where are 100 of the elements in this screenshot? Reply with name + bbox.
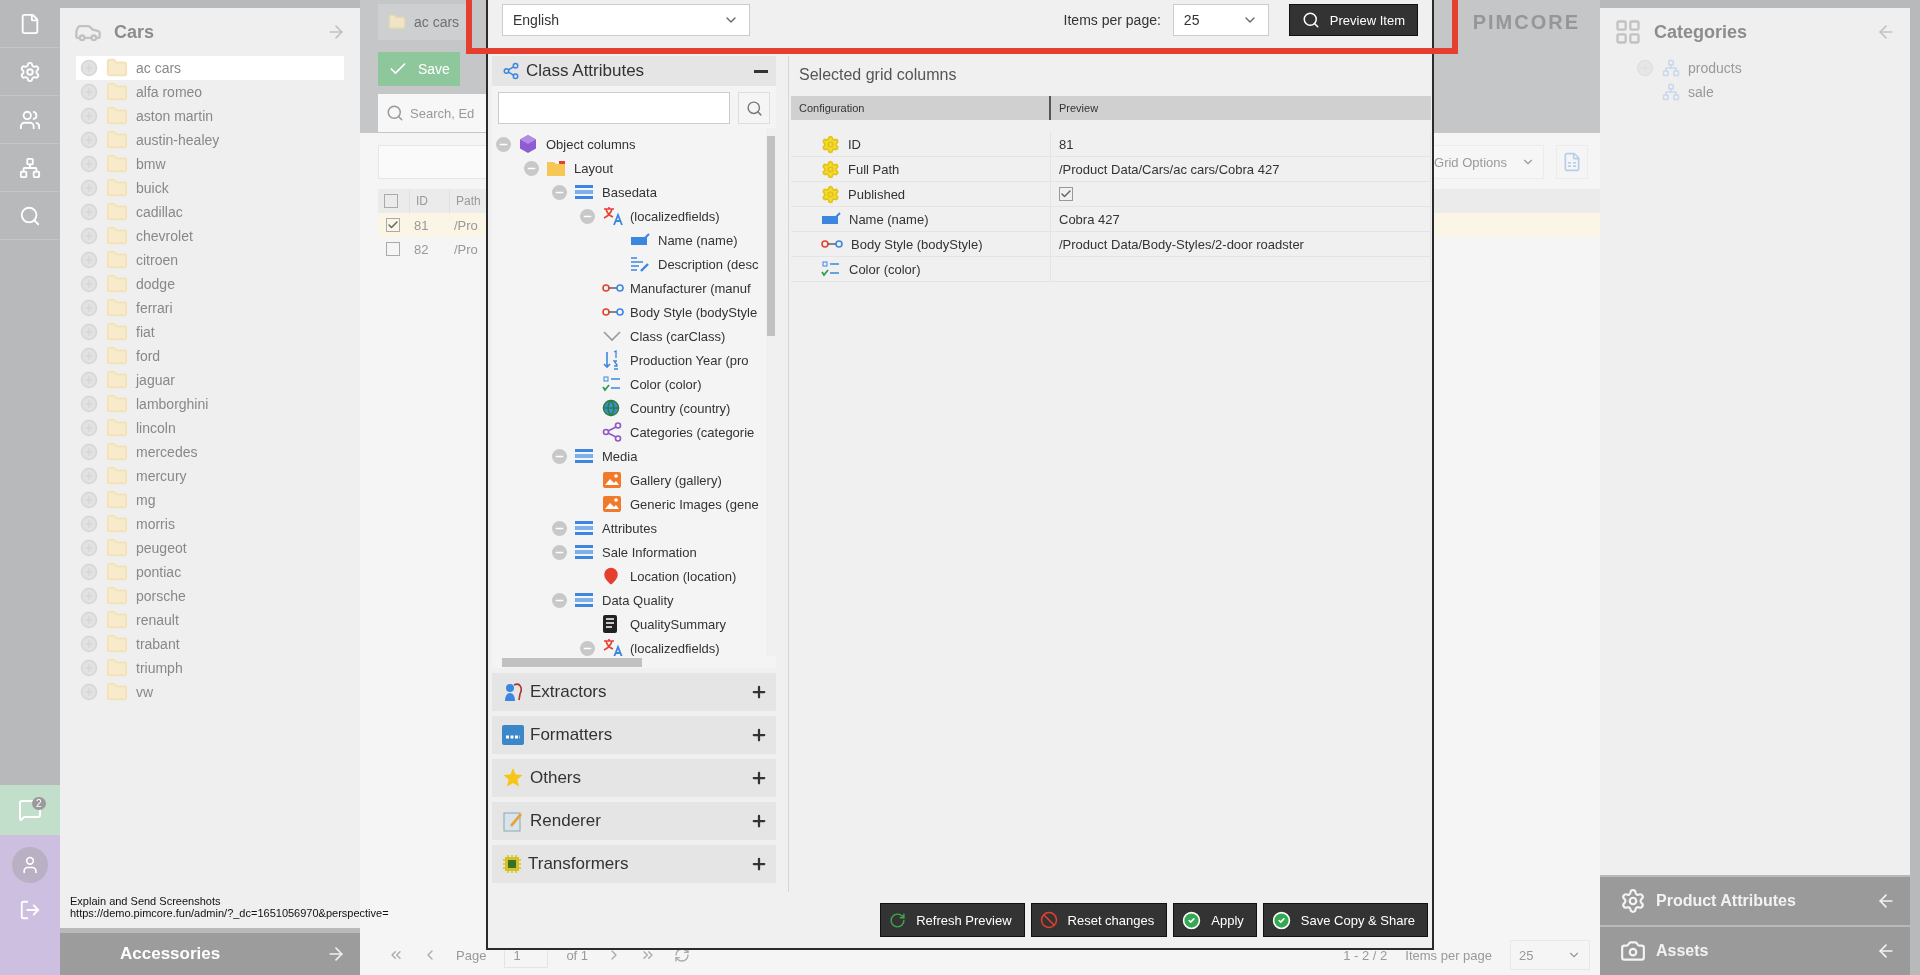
tree-item[interactable]: ac cars xyxy=(76,56,344,80)
expand-icon[interactable] xyxy=(80,611,98,629)
expand-icon[interactable] xyxy=(80,419,98,437)
expand-icon[interactable] xyxy=(80,587,98,605)
expand-icon[interactable] xyxy=(80,251,98,269)
tree-item-label[interactable]: Color (color) xyxy=(630,376,702,392)
tree-item[interactable]: products xyxy=(1600,56,1910,80)
tree-item[interactable]: sale xyxy=(1600,80,1910,104)
tree-item-label[interactable]: Description (desc xyxy=(658,256,759,272)
dialog-button[interactable]: Save Copy & Share xyxy=(1262,903,1428,937)
expand-icon[interactable] xyxy=(80,347,98,365)
tree-item[interactable]: dodge xyxy=(76,272,344,296)
avatar[interactable] xyxy=(12,847,48,883)
tree-item[interactable]: citroen xyxy=(76,248,344,272)
tree-item[interactable]: jaguar xyxy=(76,368,344,392)
tree-item-label[interactable]: Country (country) xyxy=(630,400,731,416)
expand-icon[interactable] xyxy=(80,179,98,197)
expand-icon[interactable] xyxy=(80,467,98,485)
accessories-bar[interactable]: Accessories xyxy=(60,933,360,975)
tree-item[interactable]: peugeot xyxy=(76,536,344,560)
users-icon[interactable] xyxy=(19,108,41,131)
checkbox[interactable] xyxy=(384,194,398,208)
section-header[interactable]: Renderer xyxy=(492,802,776,840)
expand-icon[interactable] xyxy=(80,395,98,413)
section-header[interactable]: Others xyxy=(492,759,776,797)
tree-item[interactable]: lincoln xyxy=(76,416,344,440)
tree-item[interactable]: renault xyxy=(76,608,344,632)
expand-icon[interactable] xyxy=(80,83,98,101)
expand-icon[interactable] xyxy=(80,155,98,173)
checkbox[interactable] xyxy=(386,218,400,232)
panel-bar[interactable]: Product Attributes xyxy=(1600,877,1910,925)
dialog-button[interactable]: Apply xyxy=(1173,903,1257,937)
expand-icon[interactable] xyxy=(80,107,98,125)
expand-icon[interactable] xyxy=(80,299,98,317)
tree-item-label[interactable]: Class (carClass) xyxy=(630,328,726,344)
network-icon[interactable] xyxy=(19,156,41,179)
tree-item-label[interactable]: Name (name) xyxy=(658,232,738,248)
tree-item[interactable]: bmw xyxy=(76,152,344,176)
items-per-page-select[interactable]: 25 xyxy=(1510,940,1590,970)
search-button[interactable] xyxy=(738,92,770,124)
collapse-icon[interactable] xyxy=(524,160,539,176)
settings-icon[interactable] xyxy=(19,60,41,83)
expand-icon[interactable] xyxy=(80,515,98,533)
tree-item-label[interactable]: Media xyxy=(602,448,638,464)
section-header[interactable]: Transformers xyxy=(492,845,776,883)
dialog-button[interactable]: Refresh Preview xyxy=(880,903,1025,937)
file-icon[interactable] xyxy=(19,12,41,35)
tree-item[interactable]: austin-healey xyxy=(76,128,344,152)
logout-icon[interactable] xyxy=(19,899,41,921)
tree-item-label[interactable]: Location (location) xyxy=(630,568,737,584)
tree-item[interactable]: vw xyxy=(76,680,344,704)
tree-item-label[interactable]: Manufacturer (manuf xyxy=(630,280,751,296)
expand-icon[interactable] xyxy=(80,203,98,221)
export-button[interactable] xyxy=(1556,145,1588,179)
tree-item[interactable]: lamborghini xyxy=(76,392,344,416)
tree-item-label[interactable]: Data Quality xyxy=(602,592,674,608)
expand-icon[interactable] xyxy=(80,491,98,509)
tree-item[interactable]: chevrolet xyxy=(76,224,344,248)
checkbox[interactable] xyxy=(386,242,400,256)
scrollbar[interactable] xyxy=(766,128,776,656)
collapse-icon[interactable] xyxy=(552,520,567,536)
tree-item[interactable]: alfa romeo xyxy=(76,80,344,104)
collapse-icon[interactable] xyxy=(496,136,511,152)
tree-item-label[interactable]: (localizedfields) xyxy=(630,640,720,656)
collapse-icon[interactable] xyxy=(552,544,567,560)
expand-icon[interactable] xyxy=(80,275,98,293)
tree-item-label[interactable]: Attributes xyxy=(602,520,657,536)
tree-item[interactable]: fiat xyxy=(76,320,344,344)
collapse-icon[interactable] xyxy=(580,208,595,224)
tree-item[interactable]: trabant xyxy=(76,632,344,656)
panel-bar[interactable]: Assets xyxy=(1600,927,1910,975)
expand-icon[interactable] xyxy=(80,443,98,461)
tree-item-label[interactable]: Basedata xyxy=(602,184,657,200)
tree-item-label[interactable]: Gallery (gallery) xyxy=(630,472,722,488)
tree-item-label[interactable]: Layout xyxy=(574,160,614,176)
tree-item-label[interactable]: Categories (categorie xyxy=(630,424,755,440)
collapse-icon[interactable] xyxy=(552,448,567,464)
search-icon[interactable] xyxy=(19,204,41,227)
section-header[interactable]: Formatters xyxy=(492,716,776,754)
tree-item[interactable]: ford xyxy=(76,344,344,368)
language-select[interactable]: English xyxy=(502,4,750,36)
tree-item[interactable]: triumph xyxy=(76,656,344,680)
section-header[interactable]: Extractors xyxy=(492,673,776,711)
chat-icon[interactable] xyxy=(18,798,42,822)
items-per-page-select[interactable]: 25 xyxy=(1172,4,1269,36)
expand-icon[interactable] xyxy=(80,563,98,581)
expand-icon[interactable] xyxy=(80,635,98,653)
tree-item[interactable]: mercedes xyxy=(76,440,344,464)
expand-icon[interactable] xyxy=(80,683,98,701)
collapse-icon[interactable] xyxy=(580,640,595,656)
tree-item[interactable]: pontiac xyxy=(76,560,344,584)
preview-item-button[interactable]: Preview Item xyxy=(1288,4,1418,36)
tree-item-label[interactable]: (localizedfields) xyxy=(630,208,720,224)
collapse-icon[interactable] xyxy=(552,592,567,608)
expand-icon[interactable] xyxy=(80,539,98,557)
expand-icon[interactable] xyxy=(80,659,98,677)
expand-icon[interactable] xyxy=(80,131,98,149)
collapse-icon[interactable] xyxy=(552,184,567,200)
expand-icon[interactable] xyxy=(80,371,98,389)
tree-item[interactable]: buick xyxy=(76,176,344,200)
